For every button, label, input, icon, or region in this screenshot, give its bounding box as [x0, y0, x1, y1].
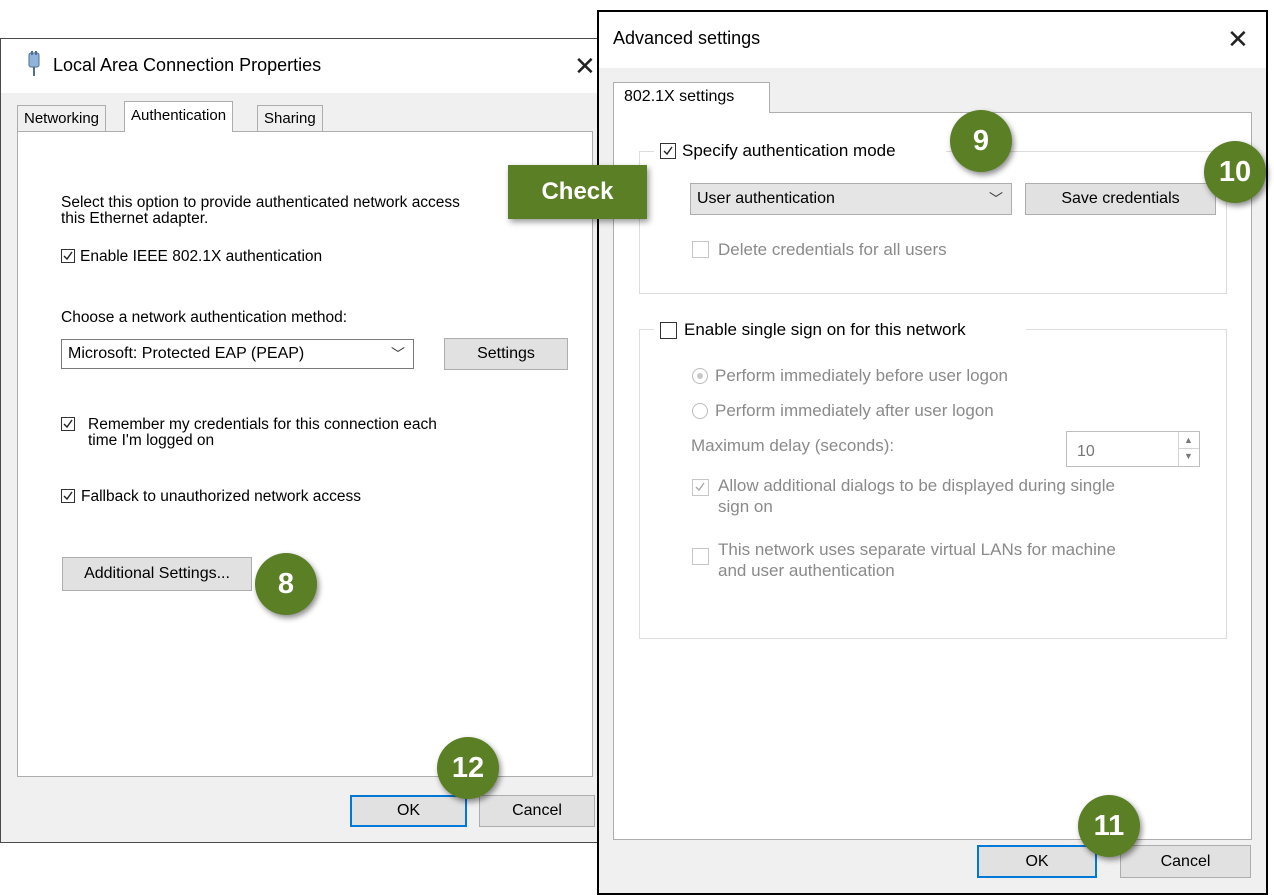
close-icon[interactable]: ✕ [1227, 26, 1249, 52]
advanced-settings-dialog: Advanced settings ✕ 802.1X settings Spec… [597, 10, 1268, 895]
spin-down-icon[interactable]: ▼ [1184, 451, 1193, 461]
tab-sharing[interactable]: Sharing [257, 105, 323, 131]
additional-settings-button[interactable]: Additional Settings... [62, 557, 252, 591]
title-bar: Advanced settings ✕ [599, 12, 1266, 68]
settings-button[interactable]: Settings [444, 338, 568, 370]
max-delay-label: Maximum delay (seconds): [691, 436, 895, 455]
close-icon[interactable]: ✕ [574, 53, 596, 79]
sso-checkbox[interactable] [660, 322, 677, 339]
ok-button[interactable]: OK [977, 845, 1097, 878]
step-10-badge: 10 [1204, 141, 1266, 203]
spin-divider [1179, 448, 1199, 449]
perform-before-radio[interactable] [692, 368, 708, 384]
authentication-mode-group [639, 151, 1227, 294]
dialog-title: Advanced settings [613, 28, 761, 48]
specify-mode-checkbox[interactable] [660, 143, 676, 159]
choose-method-label: Choose a network authentication method: [61, 309, 348, 326]
checkmark-icon [63, 419, 73, 429]
dialog-title: Local Area Connection Properties [53, 55, 322, 75]
spin-up-icon[interactable]: ▲ [1184, 435, 1193, 445]
tab-authentication[interactable]: Authentication [124, 101, 234, 132]
checkmark-icon [695, 482, 705, 492]
description-text-2: this Ethernet adapter. [61, 210, 209, 227]
8021x-settings-panel: Specify authentication mode User authent… [613, 112, 1252, 840]
plug-icon [28, 51, 40, 76]
enable-8021x-checkbox[interactable] [61, 249, 75, 263]
mode-value: User authentication [697, 190, 835, 207]
cancel-button[interactable]: Cancel [479, 795, 595, 827]
specify-mode-label: Specify authentication mode [682, 141, 896, 160]
perform-after-radio[interactable] [692, 403, 708, 419]
perform-before-label: Perform immediately before user logon [715, 366, 1008, 385]
allow-dialogs-label-2: sign on [718, 497, 773, 516]
local-area-connection-properties-dialog: Local Area Connection Properties ✕ Netwo… [0, 38, 605, 843]
separate-vlans-label-2: and user authentication [718, 561, 895, 580]
fallback-label: Fallback to unauthorized network access [81, 488, 362, 505]
separate-vlans-checkbox[interactable] [692, 548, 709, 565]
authentication-mode-dropdown[interactable]: User authentication ﹀ [690, 183, 1012, 215]
sso-label: Enable single sign on for this network [684, 320, 966, 339]
allow-dialogs-checkbox[interactable] [692, 479, 709, 496]
remember-credentials-checkbox[interactable] [61, 417, 75, 431]
delete-credentials-checkbox[interactable] [692, 241, 709, 258]
tab-8021x-settings[interactable]: 802.1X settings [613, 82, 770, 113]
remember-credentials-label-2: time I'm logged on [88, 432, 215, 449]
method-value: Microsoft: Protected EAP (PEAP) [68, 345, 305, 362]
chevron-down-icon: ﹀ [989, 191, 1003, 207]
step-8-badge: 8 [255, 553, 317, 615]
step-11-badge: 11 [1078, 795, 1140, 857]
fallback-checkbox[interactable] [61, 489, 75, 503]
perform-after-label: Perform immediately after user logon [715, 401, 994, 420]
step-9-badge: 9 [950, 110, 1012, 172]
max-delay-spinner[interactable]: 10 ▲ ▼ [1066, 431, 1200, 467]
enable-8021x-label: Enable IEEE 802.1X authentication [80, 248, 323, 265]
save-credentials-button[interactable]: Save credentials [1025, 183, 1216, 215]
title-bar: Local Area Connection Properties ✕ [1, 39, 604, 93]
chevron-down-icon: ﹀ [391, 346, 405, 362]
checkmark-icon [63, 251, 73, 261]
ok-button[interactable]: OK [350, 795, 467, 827]
checkmark-icon [663, 146, 673, 156]
cancel-button[interactable]: Cancel [1120, 845, 1251, 878]
max-delay-value: 10 [1077, 443, 1095, 460]
step-12-badge: 12 [437, 737, 499, 799]
spin-buttons: ▲ ▼ [1178, 432, 1199, 466]
authentication-panel: Select this option to provide authentica… [17, 131, 593, 777]
separate-vlans-label: This network uses separate virtual LANs … [718, 540, 1116, 559]
allow-dialogs-label: Allow additional dialogs to be displayed… [718, 476, 1115, 495]
checkmark-icon [63, 491, 73, 501]
delete-credentials-label: Delete credentials for all users [718, 240, 947, 259]
tab-networking[interactable]: Networking [17, 105, 107, 131]
authentication-method-dropdown[interactable]: Microsoft: Protected EAP (PEAP) ﹀ [61, 339, 414, 369]
check-callout: Check [508, 165, 647, 219]
